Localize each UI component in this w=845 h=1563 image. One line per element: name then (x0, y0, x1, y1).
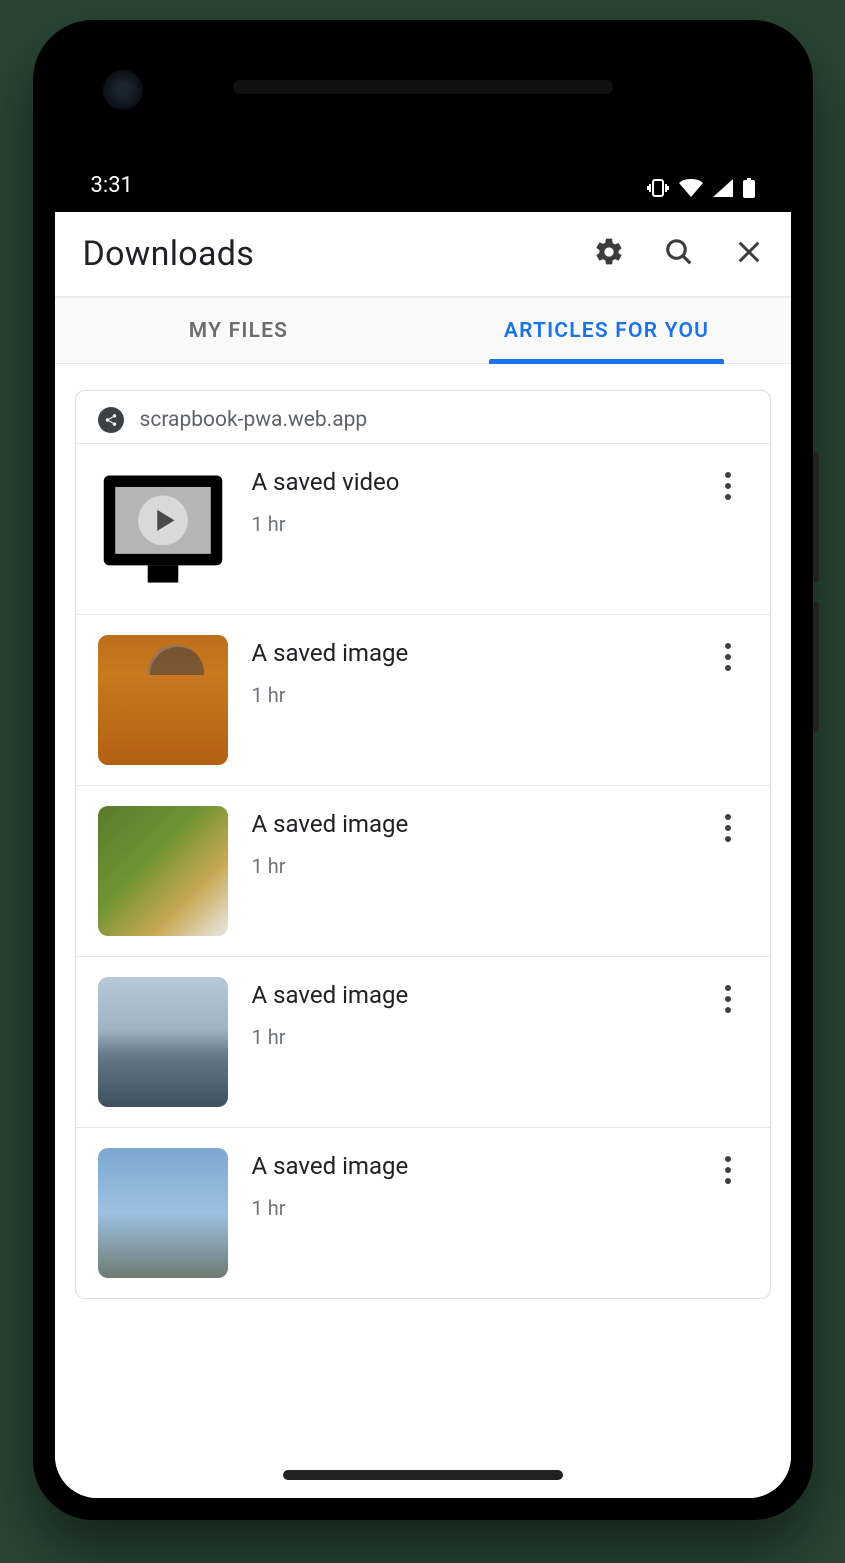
more-button[interactable] (708, 1150, 748, 1190)
item-title: A saved image (252, 810, 684, 838)
list-item[interactable]: A saved video 1 hr (76, 443, 770, 614)
item-title: A saved image (252, 981, 684, 1009)
more-button[interactable] (708, 637, 748, 677)
list-item[interactable]: A saved image 1 hr (76, 614, 770, 785)
search-icon (664, 237, 694, 271)
item-text: A saved video 1 hr (252, 464, 684, 536)
item-time: 1 hr (252, 512, 684, 536)
tab-articles-for-you[interactable]: ARTICLES FOR YOU (423, 298, 791, 363)
item-text: A saved image 1 hr (252, 806, 684, 878)
list-item[interactable]: A saved image 1 hr (76, 956, 770, 1127)
vibrate-icon (647, 179, 669, 197)
more-vertical-icon (725, 472, 731, 500)
status-time: 3:31 (91, 173, 133, 198)
item-title: A saved video (252, 468, 684, 496)
header-actions (591, 236, 773, 272)
tab-my-files[interactable]: MY FILES (55, 298, 423, 363)
app: Downloads (55, 212, 791, 1498)
tabs: MY FILES ARTICLES FOR YOU (55, 298, 791, 364)
item-time: 1 hr (252, 1196, 684, 1220)
item-time: 1 hr (252, 1025, 684, 1049)
list-item[interactable]: A saved image 1 hr (76, 785, 770, 956)
share-icon (98, 407, 124, 433)
item-text: A saved image 1 hr (252, 1148, 684, 1220)
thumbnail-image (98, 806, 228, 936)
more-vertical-icon (725, 643, 731, 671)
thumbnail-video (98, 464, 228, 594)
thumbnail-image (98, 977, 228, 1107)
item-title: A saved image (252, 639, 684, 667)
card-header: scrapbook-pwa.web.app (76, 391, 770, 443)
close-button[interactable] (731, 236, 767, 272)
item-text: A saved image 1 hr (252, 635, 684, 707)
more-vertical-icon (725, 1156, 731, 1184)
list-item[interactable]: A saved image 1 hr (76, 1127, 770, 1298)
item-time: 1 hr (252, 683, 684, 707)
power-button (813, 602, 819, 732)
status-icons (647, 178, 755, 198)
screen: 3:31 (55, 42, 791, 1498)
app-header: Downloads (55, 212, 791, 298)
tab-label: MY FILES (189, 319, 288, 343)
more-button[interactable] (708, 466, 748, 506)
more-button[interactable] (708, 979, 748, 1019)
thumbnail-image (98, 635, 228, 765)
close-icon (735, 238, 763, 270)
item-title: A saved image (252, 1152, 684, 1180)
phone-camera (103, 70, 143, 110)
battery-icon (743, 178, 755, 198)
more-vertical-icon (725, 814, 731, 842)
item-time: 1 hr (252, 854, 684, 878)
source-card: scrapbook-pwa.web.app (75, 390, 771, 1299)
wifi-icon (679, 179, 703, 197)
phone-speaker (283, 1470, 563, 1480)
volume-button (813, 452, 819, 582)
content[interactable]: scrapbook-pwa.web.app (55, 364, 791, 1498)
source-site: scrapbook-pwa.web.app (140, 408, 368, 432)
settings-button[interactable] (591, 236, 627, 272)
phone-earpiece (233, 80, 613, 94)
more-button[interactable] (708, 808, 748, 848)
tab-label: ARTICLES FOR YOU (504, 319, 709, 343)
page-title: Downloads (83, 234, 591, 274)
thumbnail-image (98, 1148, 228, 1278)
cell-signal-icon (713, 179, 733, 197)
status-bar: 3:31 (55, 42, 791, 212)
item-text: A saved image 1 hr (252, 977, 684, 1049)
gear-icon (593, 236, 625, 272)
search-button[interactable] (661, 236, 697, 272)
phone-frame: 3:31 (33, 20, 813, 1520)
more-vertical-icon (725, 985, 731, 1013)
